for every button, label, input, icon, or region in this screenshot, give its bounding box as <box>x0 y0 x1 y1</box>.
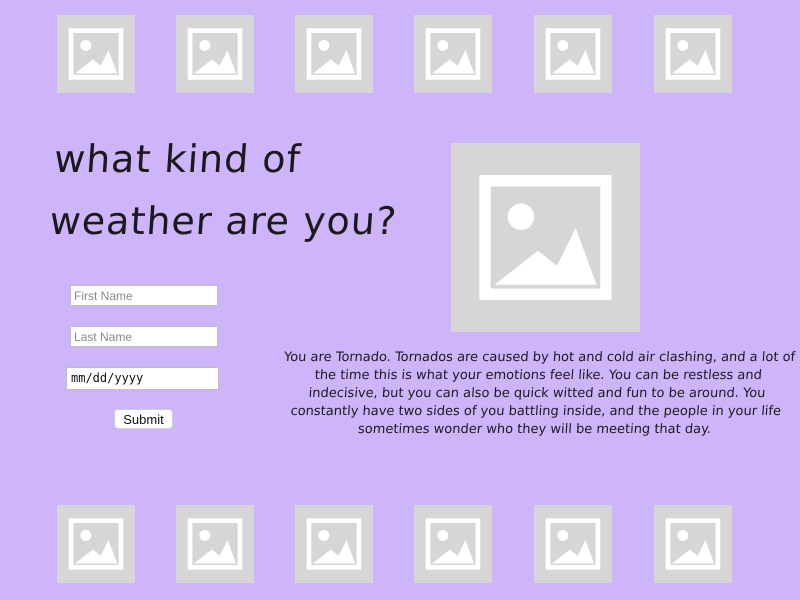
image-placeholder-icon <box>176 15 254 93</box>
image-placeholder-icon <box>534 15 612 93</box>
image-placeholder-icon <box>57 505 135 583</box>
birthdate-field[interactable]: mm/dd/yyyy <box>66 367 219 390</box>
image-placeholder-icon <box>295 15 373 93</box>
page-title: what kind of weather are you? <box>48 137 399 243</box>
image-placeholder-icon <box>176 505 254 583</box>
submit-button[interactable]: Submit <box>114 409 173 429</box>
first-name-field[interactable] <box>70 285 218 306</box>
image-placeholder-icon <box>414 15 492 93</box>
image-placeholder-icon <box>654 505 732 583</box>
image-placeholder-icon <box>295 505 373 583</box>
last-name-field[interactable] <box>70 326 218 347</box>
image-placeholder-icon <box>534 505 612 583</box>
image-placeholder-icon <box>414 505 492 583</box>
feature-image-placeholder-icon <box>451 143 640 332</box>
image-placeholder-icon <box>57 15 135 93</box>
birthdate-placeholder: mm/dd/yyyy <box>71 371 144 385</box>
bottom-image-row <box>0 503 800 583</box>
image-placeholder-icon <box>654 15 732 93</box>
result-description: You are Tornado. Tornados are caused by … <box>283 350 796 437</box>
top-image-row <box>0 13 800 93</box>
